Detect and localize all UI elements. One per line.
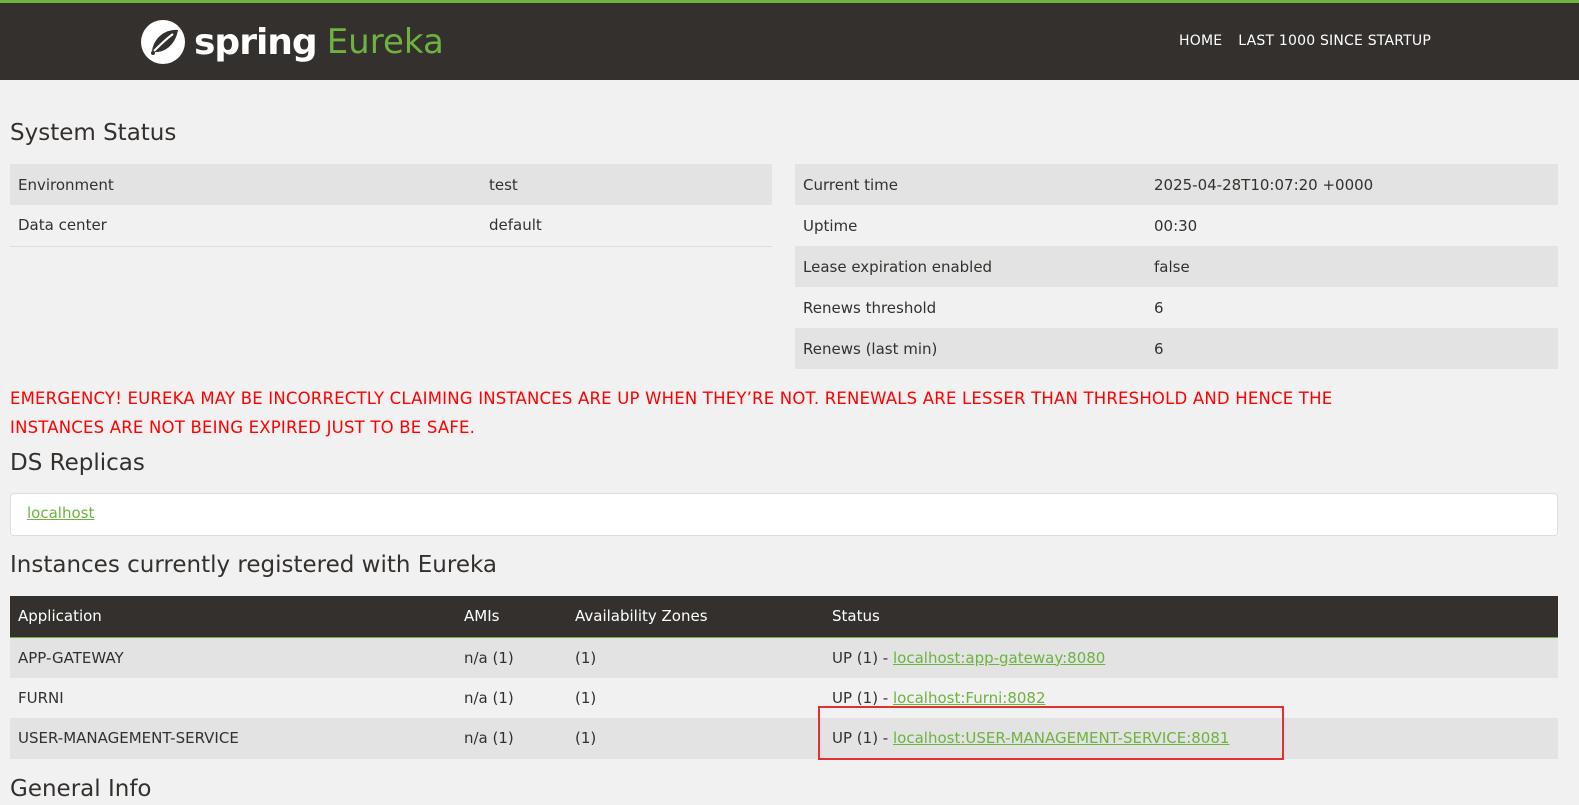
app-zones: (1) [567, 677, 824, 718]
table-row: APP-GATEWAY n/a (1) (1) UP (1) - localho… [10, 637, 1558, 678]
system-status-heading: System Status [10, 120, 177, 146]
lease-expiration-label: Lease expiration enabled [795, 246, 1146, 287]
nav-home-link[interactable]: HOME [1179, 33, 1222, 49]
spring-eureka-logo[interactable]: spring Eureka [140, 19, 444, 65]
app-amis: n/a (1) [456, 637, 567, 678]
renews-threshold-value: 6 [1146, 287, 1558, 328]
app-zones: (1) [567, 718, 824, 759]
table-row: Data center default [10, 205, 772, 247]
ds-replicas-heading: DS Replicas [10, 450, 145, 476]
datacenter-label: Data center [10, 205, 481, 247]
replica-localhost-link[interactable]: localhost [27, 504, 94, 522]
table-row: USER-MANAGEMENT-SERVICE n/a (1) (1) UP (… [10, 718, 1558, 759]
app-zones: (1) [567, 637, 824, 678]
instance-link-user-management-service[interactable]: localhost:USER-MANAGEMENT-SERVICE:8081 [893, 729, 1229, 747]
app-name: FURNI [10, 677, 456, 718]
table-row: Renews (last min) 6 [795, 328, 1558, 369]
emergency-line-2: INSTANCES ARE NOT BEING EXPIRED JUST TO … [10, 418, 476, 437]
instance-link-app-gateway[interactable]: localhost:app-gateway:8080 [893, 649, 1105, 667]
ds-replicas-panel: localhost [10, 493, 1558, 536]
table-row: Environment test [10, 164, 772, 205]
col-amis: AMIs [456, 596, 567, 638]
system-status-left-table: Environment test Data center default [10, 164, 772, 247]
nav-last-1000-link[interactable]: LAST 1000 SINCE STARTUP [1238, 33, 1431, 49]
table-row: FURNI n/a (1) (1) UP (1) - localhost:Fur… [10, 677, 1558, 718]
status-text: UP (1) - [832, 688, 893, 707]
app-name: USER-MANAGEMENT-SERVICE [10, 718, 456, 759]
col-availability-zones: Availability Zones [567, 596, 824, 638]
brand-spring-text: spring [194, 21, 318, 63]
status-text: UP (1) - [832, 648, 893, 667]
table-row: Lease expiration enabled false [795, 246, 1558, 287]
lease-expiration-value: false [1146, 246, 1558, 287]
general-info-heading: General Info [10, 776, 152, 802]
uptime-label: Uptime [795, 205, 1146, 246]
table-row: Renews threshold 6 [795, 287, 1558, 328]
renews-last-min-value: 6 [1146, 328, 1558, 369]
app-amis: n/a (1) [456, 718, 567, 759]
brand-eureka-text: Eureka [326, 22, 444, 62]
table-row: Current time 2025-04-28T10:07:20 +0000 [795, 164, 1558, 205]
uptime-value: 00:30 [1146, 205, 1558, 246]
spring-leaf-icon [141, 20, 185, 64]
app-status: UP (1) - localhost:Furni:8082 [824, 677, 1558, 718]
instances-heading: Instances currently registered with Eure… [10, 552, 497, 578]
env-label: Environment [10, 164, 481, 205]
col-status: Status [824, 596, 1558, 638]
instances-table: Application AMIs Availability Zones Stat… [10, 596, 1558, 759]
table-row: Uptime 00:30 [795, 205, 1558, 246]
current-time-label: Current time [795, 164, 1146, 205]
status-text: UP (1) - [832, 729, 893, 748]
emergency-line-1: EMERGENCY! EUREKA MAY BE INCORRECTLY CLA… [10, 389, 1333, 408]
app-amis: n/a (1) [456, 677, 567, 718]
app-status: UP (1) - localhost:app-gateway:8080 [824, 637, 1558, 678]
instance-link-furni[interactable]: localhost:Furni:8082 [893, 689, 1046, 707]
app-name: APP-GATEWAY [10, 637, 456, 678]
col-application: Application [10, 596, 456, 638]
renews-last-min-label: Renews (last min) [795, 328, 1146, 369]
renews-threshold-label: Renews threshold [795, 287, 1146, 328]
top-navbar: spring Eureka HOME LAST 1000 SINCE START… [0, 0, 1579, 80]
main-nav: HOME LAST 1000 SINCE STARTUP [1179, 33, 1431, 49]
datacenter-value: default [481, 205, 772, 247]
app-status: UP (1) - localhost:USER-MANAGEMENT-SERVI… [824, 718, 1558, 759]
env-value: test [481, 164, 772, 205]
emergency-warning: EMERGENCY! EUREKA MAY BE INCORRECTLY CLA… [10, 384, 1540, 442]
table-header-row: Application AMIs Availability Zones Stat… [10, 596, 1558, 638]
system-status-right-table: Current time 2025-04-28T10:07:20 +0000 U… [795, 164, 1558, 369]
current-time-value: 2025-04-28T10:07:20 +0000 [1146, 164, 1558, 205]
